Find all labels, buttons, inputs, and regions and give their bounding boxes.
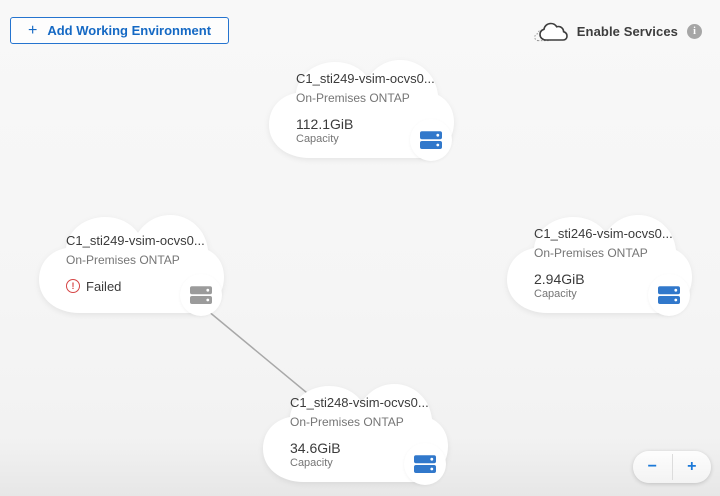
- working-environment-node-sti249-failed[interactable]: C1_sti249-vsim-ocvs0... On-Premises ONTA…: [32, 211, 228, 315]
- node-title: C1_sti246-vsim-ocvs0...: [534, 226, 673, 241]
- storage-icon: [648, 274, 690, 316]
- node-title: C1_sti249-vsim-ocvs0...: [66, 233, 205, 248]
- working-environment-node-sti248[interactable]: C1_sti248-vsim-ocvs0... On-Premises ONTA…: [256, 380, 452, 484]
- storage-icon: [410, 119, 452, 161]
- zoom-controls: − +: [633, 451, 711, 483]
- working-environments-canvas[interactable]: + Add Working Environment Enable Service…: [0, 0, 720, 496]
- zoom-out-button[interactable]: −: [633, 451, 672, 483]
- node-title: C1_sti249-vsim-ocvs0...: [296, 71, 435, 86]
- node-type: On-Premises ONTAP: [290, 415, 429, 429]
- storage-icon: [180, 274, 222, 316]
- warning-icon: !: [66, 279, 80, 293]
- node-status-failed: Failed: [86, 279, 121, 294]
- node-type: On-Premises ONTAP: [296, 91, 435, 105]
- node-type: On-Premises ONTAP: [66, 253, 205, 267]
- storage-icon: [404, 443, 446, 485]
- node-title: C1_sti248-vsim-ocvs0...: [290, 395, 429, 410]
- node-type: On-Premises ONTAP: [534, 246, 673, 260]
- working-environment-node-sti246[interactable]: C1_sti246-vsim-ocvs0... On-Premises ONTA…: [500, 211, 696, 315]
- zoom-in-button[interactable]: +: [673, 451, 712, 483]
- working-environment-node-sti249-top[interactable]: C1_sti249-vsim-ocvs0... On-Premises ONTA…: [262, 56, 458, 160]
